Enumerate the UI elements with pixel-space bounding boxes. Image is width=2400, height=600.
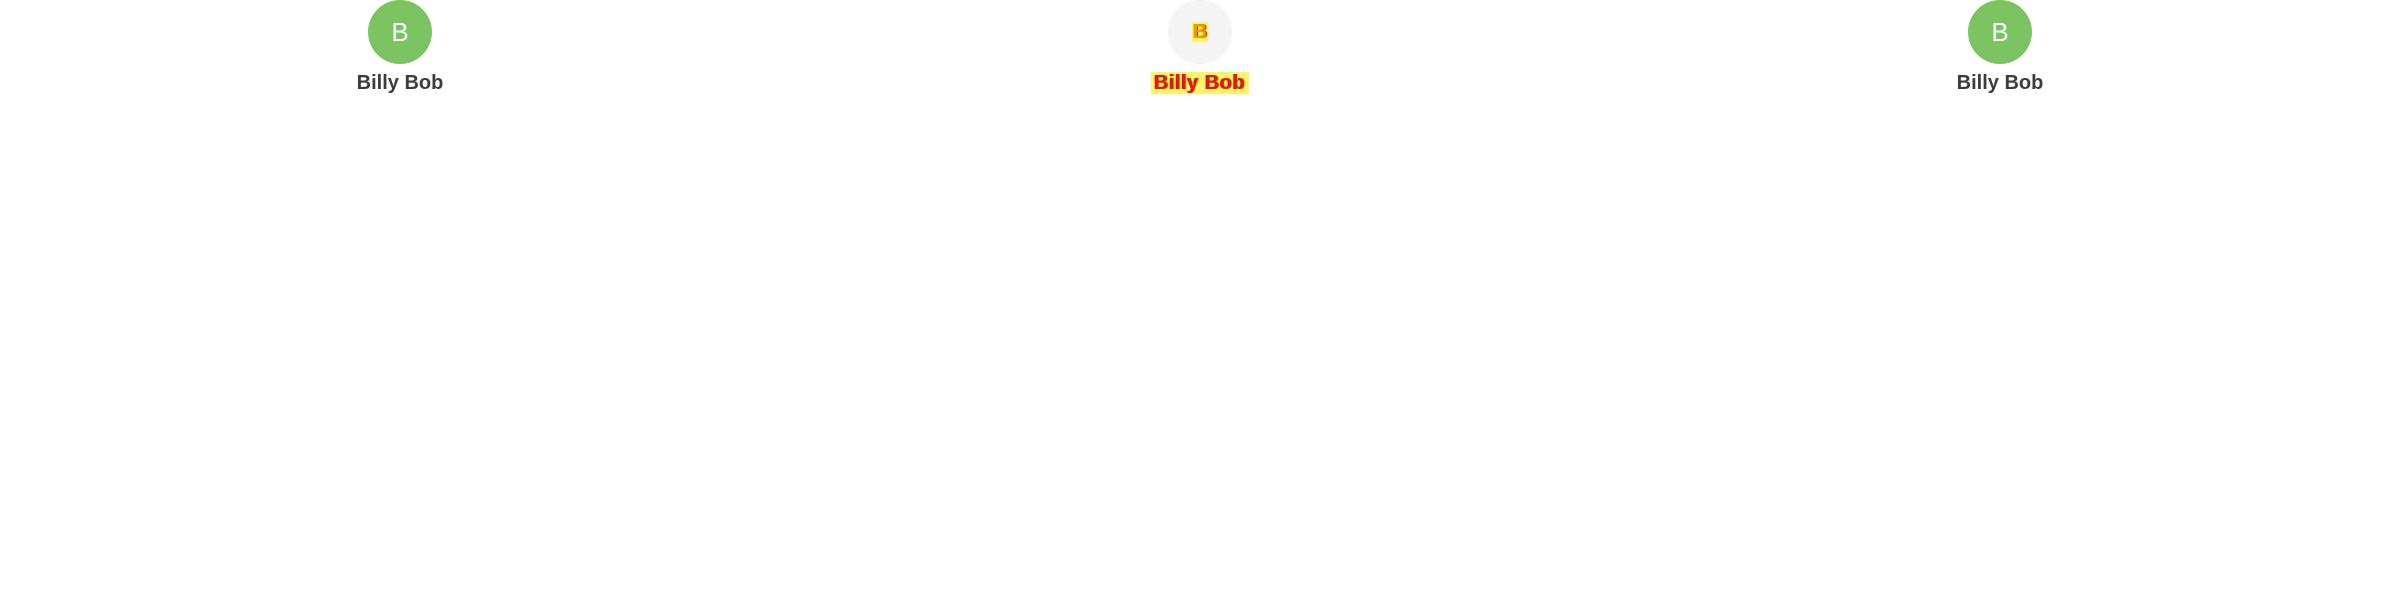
user-name: Billy Bob [356, 72, 444, 94]
avatar-initial: B [1991, 17, 2009, 47]
avatar: B [1968, 0, 2032, 64]
avatar-initial-diff: B [1191, 21, 1209, 43]
comparison-panel-right: B Billy Bob [1600, 0, 2400, 600]
user-name: Billy Bob [1956, 72, 2044, 94]
user-card-diff: B Billy Bob [800, 0, 1600, 94]
user-card: B Billy Bob [1600, 0, 2400, 94]
avatar-diff: B [1168, 0, 1232, 64]
comparison-panel-left: B Billy Bob [0, 0, 800, 600]
avatar-initial: B [391, 17, 409, 47]
comparison-panel-diff: B Billy Bob [800, 0, 1600, 600]
avatar: B [368, 0, 432, 64]
user-card: B Billy Bob [0, 0, 800, 94]
user-name-diff: Billy Bob [1151, 72, 1249, 94]
